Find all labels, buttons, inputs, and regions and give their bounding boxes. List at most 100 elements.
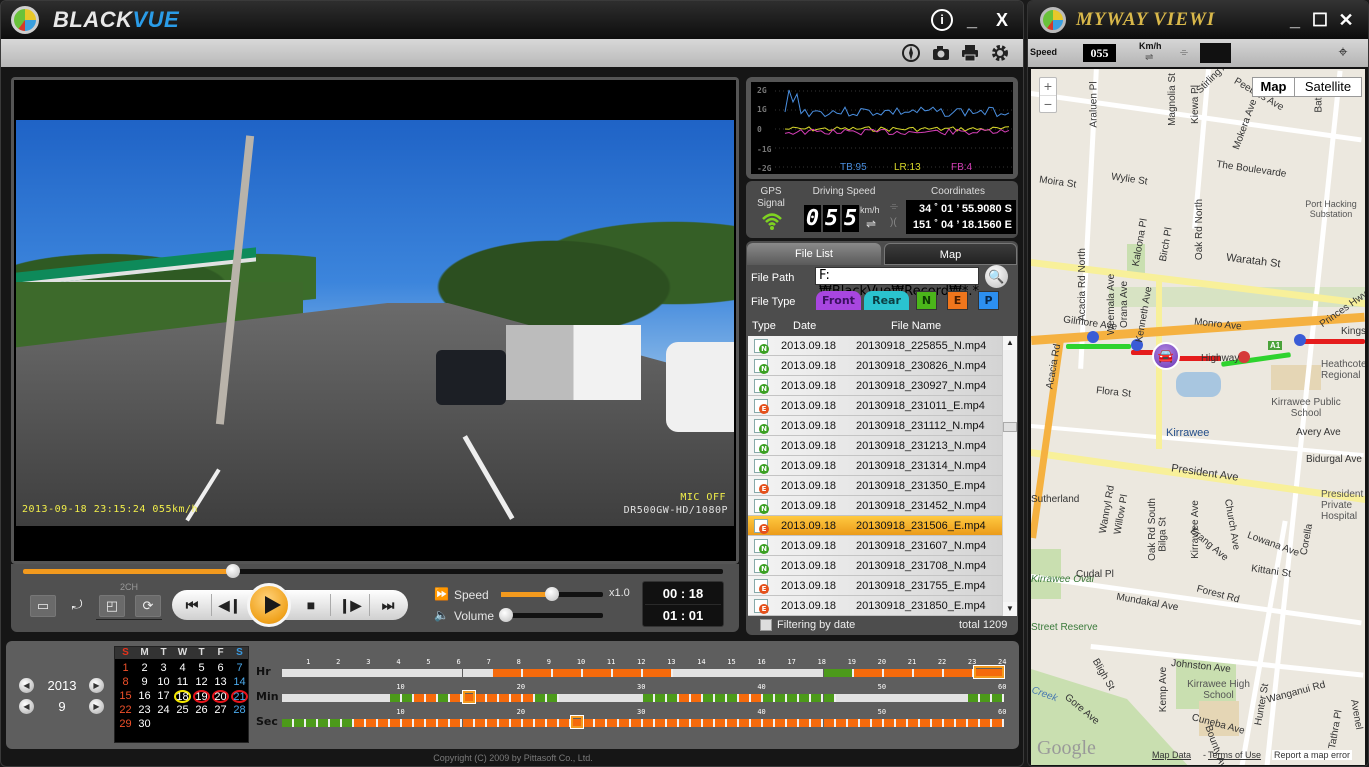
volume-slider[interactable]: [499, 608, 603, 622]
print-icon[interactable]: [960, 43, 980, 63]
next-month-button[interactable]: ▶: [89, 699, 104, 714]
timeline-segment[interactable]: [727, 694, 740, 702]
timeline-segment[interactable]: [414, 694, 427, 702]
timeline-segment[interactable]: [282, 669, 313, 677]
tab-map[interactable]: Map: [884, 243, 1017, 265]
timeline-segment[interactable]: [426, 694, 439, 702]
speed-slider-handle[interactable]: [545, 587, 559, 601]
timeline-segment[interactable]: [991, 719, 1004, 727]
timeline-segment[interactable]: [534, 719, 547, 727]
timeline-segment[interactable]: [402, 694, 415, 702]
hour-timeline[interactable]: [282, 669, 1004, 677]
timeline-segment[interactable]: [655, 719, 668, 727]
timeline-segment[interactable]: [847, 719, 860, 727]
timeline-segment[interactable]: [733, 669, 764, 677]
timeline-segment[interactable]: [366, 719, 379, 727]
next-year-button[interactable]: ▶: [89, 678, 104, 693]
timeline-segment[interactable]: [691, 694, 704, 702]
calendar-day[interactable]: 11: [174, 676, 191, 688]
timeline-segment[interactable]: [294, 694, 307, 702]
file-row[interactable]: N 2013.09.18 20130918_231607_N.mp4: [748, 536, 1002, 556]
timeline-segment[interactable]: [582, 694, 595, 702]
timeline-segment[interactable]: [282, 694, 295, 702]
timeline-segment[interactable]: [390, 719, 403, 727]
timeline-segment[interactable]: [859, 719, 872, 727]
timeline-segment[interactable]: [775, 694, 788, 702]
hour-marker[interactable]: [972, 665, 1005, 679]
timeline-segment[interactable]: [510, 694, 523, 702]
timeline-segment[interactable]: [522, 669, 553, 677]
timeline-segment[interactable]: [859, 694, 872, 702]
report-map-error-link[interactable]: Report a map error: [1272, 750, 1353, 760]
timeline-segment[interactable]: [643, 669, 674, 677]
swap-channel-button[interactable]: ⟳: [135, 595, 161, 617]
timeline-segment[interactable]: [546, 694, 559, 702]
timeline-segment[interactable]: [853, 669, 884, 677]
timeline-segment[interactable]: [751, 694, 764, 702]
calendar-day[interactable]: 29: [117, 718, 134, 730]
scroll-up-button[interactable]: ▲: [1003, 336, 1017, 350]
timeline-segment[interactable]: [967, 694, 980, 702]
volume-slider-handle[interactable]: [499, 608, 513, 622]
timeline-segment[interactable]: [913, 669, 944, 677]
timeline-segment[interactable]: [354, 719, 367, 727]
timeline-segment[interactable]: [318, 694, 331, 702]
minute-marker[interactable]: [461, 690, 476, 704]
calendar-day[interactable]: 28: [231, 704, 248, 716]
timeline-segment[interactable]: [931, 694, 944, 702]
calendar-day[interactable]: 1: [117, 662, 134, 674]
timeline-segment[interactable]: [438, 694, 451, 702]
timeline-segment[interactable]: [534, 694, 547, 702]
timeline-segment[interactable]: [510, 719, 523, 727]
calendar-day[interactable]: 16: [136, 690, 153, 702]
timeline-segment[interactable]: [703, 719, 716, 727]
column-type[interactable]: Type: [752, 320, 776, 332]
timeline-segment[interactable]: [522, 719, 535, 727]
calendar-day[interactable]: 6: [212, 662, 229, 674]
zoom-out-button[interactable]: −: [1040, 95, 1056, 112]
timeline-segment[interactable]: [673, 669, 704, 677]
frame-back-button[interactable]: ◀❙: [211, 590, 249, 620]
timeline-segment[interactable]: [979, 694, 992, 702]
timeline-segment[interactable]: [943, 694, 956, 702]
timeline-segment[interactable]: [799, 694, 812, 702]
calendar-day[interactable]: 12: [193, 676, 210, 688]
calendar-day[interactable]: 15: [117, 690, 134, 702]
file-row[interactable]: E 2013.09.18 20130918_231350_E.mp4: [748, 476, 1002, 496]
maximize-button[interactable]: ☐: [1309, 9, 1331, 31]
route-pin-blue[interactable]: [1087, 331, 1099, 343]
play-button[interactable]: [247, 583, 291, 627]
timeline-segment[interactable]: [739, 694, 752, 702]
calendar-day[interactable]: 3: [155, 662, 172, 674]
timeline-segment[interactable]: [582, 719, 595, 727]
timeline-segment[interactable]: [763, 694, 776, 702]
timeline-segment[interactable]: [715, 694, 728, 702]
timeline-segment[interactable]: [306, 719, 319, 727]
calendar-day[interactable]: 25: [174, 704, 191, 716]
timeline-segment[interactable]: [883, 694, 896, 702]
timeline-segment[interactable]: [492, 669, 523, 677]
calendar-day[interactable]: 21: [231, 690, 248, 703]
map-data-link[interactable]: Map Data: [1152, 750, 1191, 760]
timeline-segment[interactable]: [498, 719, 511, 727]
timeline-segment[interactable]: [318, 719, 331, 727]
route-pin-blue[interactable]: [1294, 334, 1306, 346]
timeline-segment[interactable]: [775, 719, 788, 727]
file-row[interactable]: N 2013.09.18 20130918_225855_N.mp4: [748, 336, 1002, 356]
timeline-segment[interactable]: [667, 719, 680, 727]
timeline-segment[interactable]: [715, 719, 728, 727]
calendar-day[interactable]: 20: [212, 690, 229, 703]
minimize-button[interactable]: _: [1284, 9, 1306, 31]
settings-icon[interactable]: [990, 43, 1010, 63]
timeline-segment[interactable]: [594, 694, 607, 702]
calendar-day[interactable]: 14: [231, 676, 248, 688]
column-file-name[interactable]: File Name: [891, 320, 941, 332]
parking-filter-button[interactable]: P: [978, 291, 999, 310]
filter-by-date-checkbox[interactable]: [760, 619, 772, 631]
title-bar[interactable]: BLACKVUE i _ X: [1, 1, 1023, 39]
timeline-segment[interactable]: [558, 719, 571, 727]
timeline-segment[interactable]: [835, 694, 848, 702]
calendar-day[interactable]: 2: [136, 662, 153, 674]
event-filter-button[interactable]: E: [947, 291, 968, 310]
timeline-segment[interactable]: [390, 694, 403, 702]
